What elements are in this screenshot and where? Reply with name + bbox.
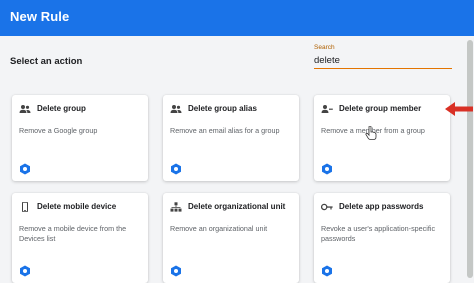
mobile-device-icon [22,202,28,212]
scrollbar-thumb[interactable] [467,40,473,278]
card-title: Delete group [37,104,86,113]
card-title: Delete group alias [188,104,257,113]
workspace-logo-icon [20,265,30,277]
annotation-arrow-icon [445,102,473,116]
card-description: Remove an email alias for a group [170,126,280,135]
action-card-delete-organizational-unit[interactable]: Delete organizational unit Remove an org… [163,193,299,283]
search-field[interactable]: Search [314,44,454,70]
card-title: Delete mobile device [37,202,117,211]
action-card-delete-group[interactable]: Delete group Remove a Google group [12,95,148,181]
workspace-logo-icon [322,163,332,175]
workspace-logo-icon [171,265,181,277]
org-unit-icon [170,202,182,212]
card-description: Remove an organizational unit [170,224,268,233]
group-icon [19,105,31,113]
action-card-delete-group-alias[interactable]: Delete group alias Remove an email alias… [163,95,299,181]
workspace-logo-icon [171,163,181,175]
card-title: Delete organizational unit [188,202,286,211]
card-description: Remove a member from a group [321,126,425,135]
search-label: Search [314,44,335,51]
key-icon [321,203,333,211]
search-input[interactable] [314,53,452,69]
card-description: Remove a Google group [19,126,98,135]
card-description: Remove a mobile device from the Devices … [19,224,127,243]
workspace-logo-icon [322,265,332,277]
select-action-label: Select an action [10,56,83,67]
dialog-header: New Rule [0,0,474,36]
card-description: Revoke a user's application-specific pas… [321,224,436,243]
dialog-title: New Rule [10,9,70,24]
card-title: Delete group member [339,104,422,113]
action-card-delete-mobile-device[interactable]: Delete mobile device Remove a mobile dev… [12,193,148,283]
action-card-delete-app-passwords[interactable]: Delete app passwords Revoke a user's app… [314,193,450,283]
group-icon [170,105,182,113]
hand-cursor-icon [365,126,377,140]
group-member-icon [321,105,333,113]
action-card-delete-group-member[interactable]: Delete group member Remove a member from… [314,95,450,181]
card-title: Delete app passwords [339,202,424,211]
workspace-logo-icon [20,163,30,175]
